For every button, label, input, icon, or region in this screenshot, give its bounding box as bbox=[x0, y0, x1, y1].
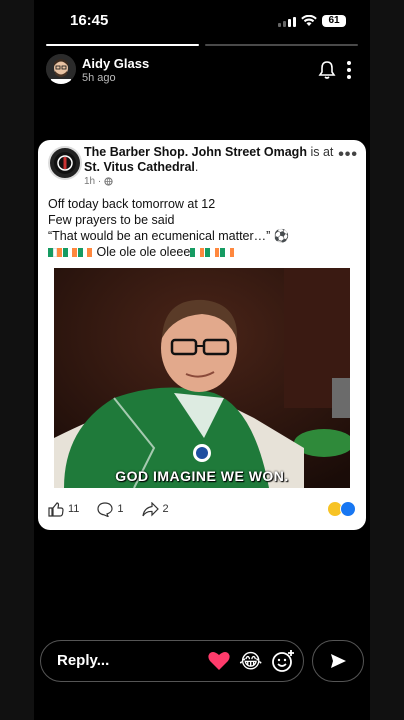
post-time: 1h · bbox=[84, 176, 102, 187]
story-username[interactable]: Aidy Glass bbox=[82, 56, 149, 71]
share-count: 2 bbox=[162, 503, 169, 515]
comment-button[interactable]: 1 bbox=[97, 501, 124, 517]
left-margin bbox=[0, 0, 34, 720]
avatar[interactable] bbox=[46, 54, 76, 84]
story-viewer: 16:45 61 Aidy Glass 5h ago The Barber Sh… bbox=[34, 0, 370, 720]
irish-flag-icon bbox=[63, 248, 77, 258]
is-at-text: is at bbox=[310, 145, 334, 159]
globe-icon bbox=[104, 177, 113, 186]
irish-flag-icon bbox=[190, 248, 205, 258]
send-arrow-icon bbox=[331, 654, 346, 668]
story-progress-segment bbox=[205, 44, 358, 46]
shared-post-card[interactable]: The Barber Shop. John Street Omagh is at… bbox=[38, 140, 366, 530]
status-time: 16:45 bbox=[70, 12, 109, 29]
post-header-text: The Barber Shop. John Street Omagh is at… bbox=[84, 145, 334, 175]
more-options-icon[interactable] bbox=[346, 60, 352, 80]
barber-shop-logo-icon bbox=[54, 152, 76, 174]
reply-bar[interactable]: Reply... 😂 bbox=[40, 640, 304, 682]
meme-photo bbox=[54, 268, 350, 488]
post-line: Ole ole ole oleee bbox=[96, 245, 191, 259]
story-progress-segment bbox=[46, 44, 199, 46]
irish-flag-icon bbox=[205, 248, 220, 258]
page-avatar[interactable] bbox=[48, 146, 82, 180]
battery-icon: 61 bbox=[322, 15, 346, 27]
story-progress bbox=[46, 44, 358, 46]
like-button[interactable]: 11 bbox=[48, 501, 80, 517]
post-image[interactable]: GOD IMAGINE WE WON. bbox=[54, 268, 350, 488]
story-header: Aidy Glass 5h ago bbox=[46, 54, 358, 90]
post-body: Off today back tomorrow at 12 Few prayer… bbox=[48, 196, 358, 260]
comment-count: 1 bbox=[117, 503, 124, 515]
irish-flag-icon bbox=[78, 248, 92, 258]
like-reaction-icon bbox=[340, 501, 356, 517]
like-count: 11 bbox=[68, 503, 80, 515]
post-more-icon[interactable]: ••• bbox=[338, 146, 358, 164]
right-margin bbox=[370, 0, 404, 720]
comment-icon bbox=[97, 501, 114, 517]
post-line: Few prayers to be said bbox=[48, 213, 175, 227]
heart-reaction-button[interactable] bbox=[207, 649, 231, 671]
post-line: “That would be an ecumenical matter…” ⚽ bbox=[48, 229, 290, 243]
wifi-icon bbox=[301, 15, 317, 26]
bitmoji-avatar-icon bbox=[46, 54, 76, 84]
location-link[interactable]: St. Vitus Cathedral bbox=[84, 160, 195, 174]
irish-flag-icon bbox=[220, 248, 235, 258]
laugh-reaction-button[interactable]: 😂 bbox=[239, 649, 262, 674]
signal-icon bbox=[278, 17, 296, 27]
share-icon bbox=[141, 501, 159, 516]
reply-input[interactable]: Reply... bbox=[57, 652, 109, 669]
share-button[interactable]: 2 bbox=[141, 501, 169, 517]
post-line-flags: Ole ole ole oleee bbox=[48, 244, 358, 260]
post-meta: 1h · bbox=[84, 176, 113, 187]
story-timestamp: 5h ago bbox=[82, 72, 116, 84]
thumbs-up-icon bbox=[48, 501, 64, 517]
send-button[interactable] bbox=[312, 640, 364, 682]
bell-icon[interactable] bbox=[318, 60, 336, 80]
status-bar: 16:45 61 bbox=[34, 12, 370, 34]
irish-flag-icon bbox=[48, 248, 62, 258]
post-actions: 11 1 2 bbox=[48, 498, 358, 520]
post-line: Off today back tomorrow at 12 bbox=[48, 197, 216, 211]
add-emoji-icon[interactable] bbox=[271, 649, 295, 673]
reaction-summary[interactable] bbox=[327, 501, 356, 517]
meme-caption: GOD IMAGINE WE WON. bbox=[115, 468, 289, 484]
location-suffix: . bbox=[194, 160, 199, 174]
page-name-link[interactable]: The Barber Shop. John Street Omagh bbox=[84, 145, 307, 159]
